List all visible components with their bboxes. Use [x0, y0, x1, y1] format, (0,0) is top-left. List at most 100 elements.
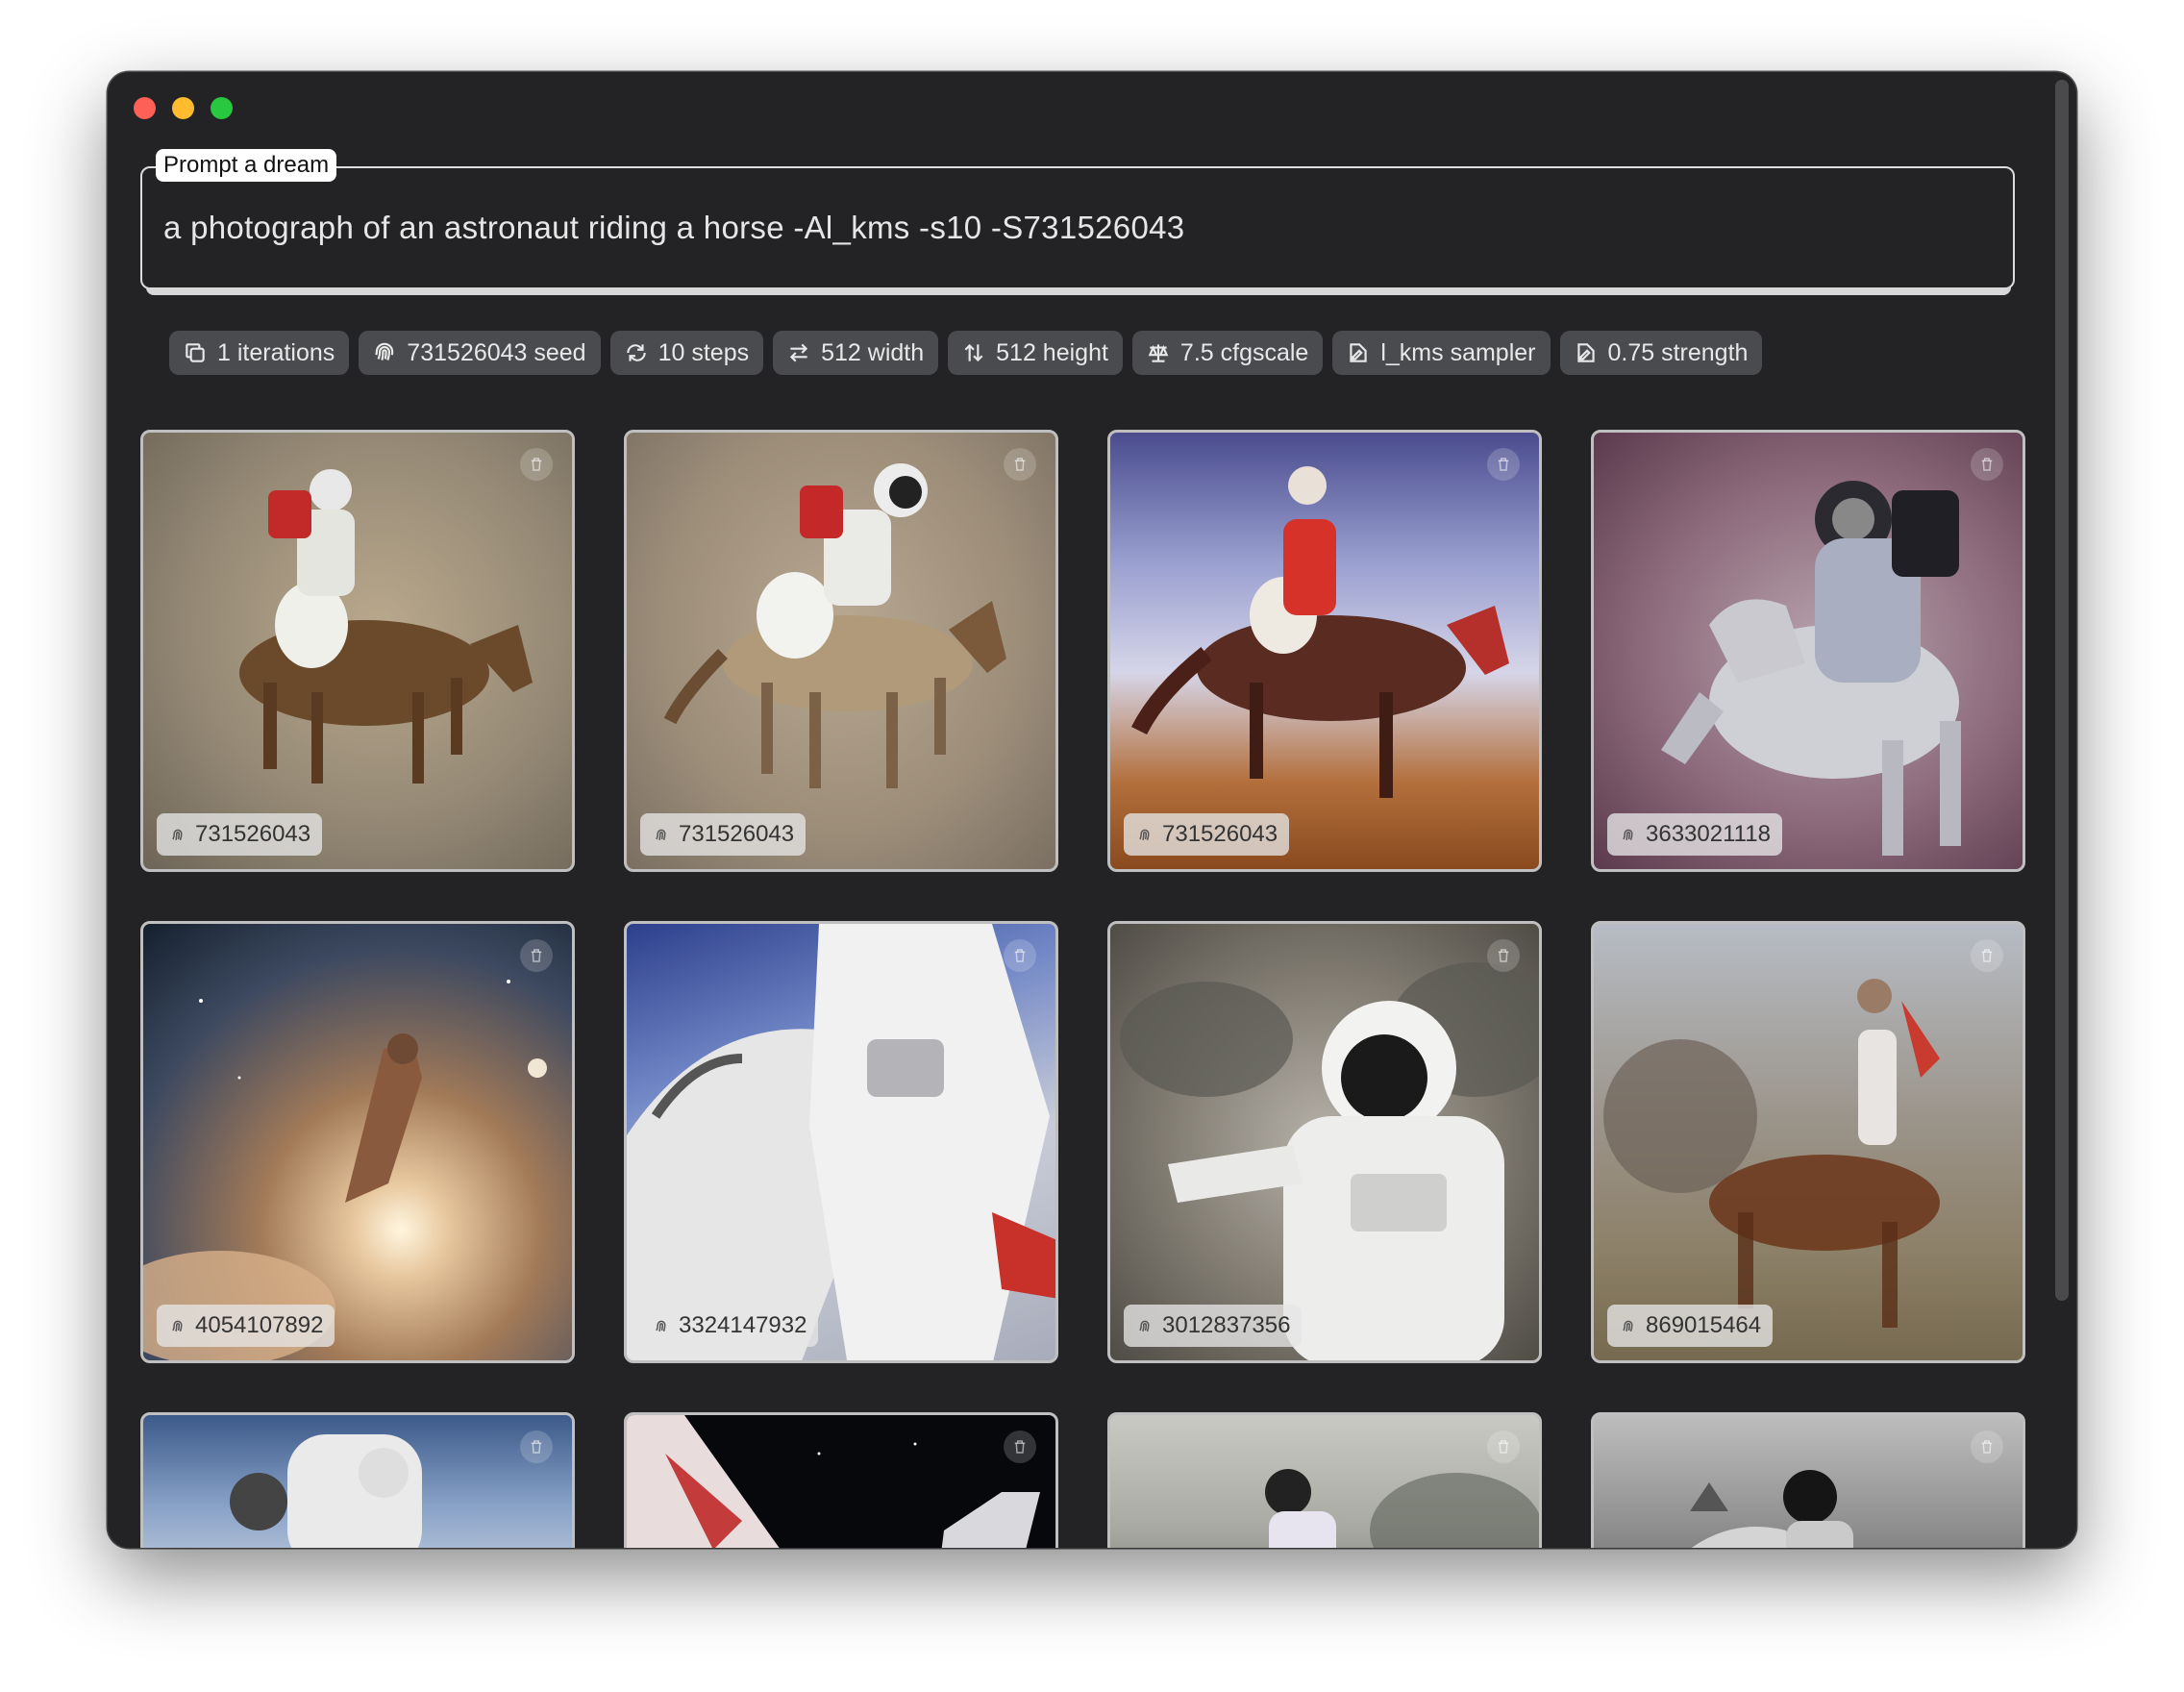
delete-image-button[interactable] [1487, 448, 1520, 481]
trash-icon [531, 949, 542, 962]
delete-image-button[interactable] [1004, 1431, 1036, 1463]
image-thumbnail [230, 1434, 422, 1548]
trash-icon [531, 1440, 542, 1454]
prompt-label: Prompt a dream [156, 149, 337, 182]
image-card[interactable]: 4054107892 [140, 921, 575, 1363]
chip-seed[interactable]: 731526043 seed [359, 331, 601, 375]
seed-value: 4054107892 [195, 1312, 324, 1338]
scrollbar[interactable] [2055, 80, 2069, 1301]
chip-iterations[interactable]: 1 iterations [169, 331, 350, 375]
delete-image-button[interactable] [1004, 939, 1036, 972]
image-card[interactable]: 3324147932 [624, 921, 1058, 1363]
image-card[interactable] [624, 1412, 1058, 1548]
trash-icon [1498, 458, 1509, 471]
delete-image-button[interactable] [1971, 1431, 2003, 1463]
pen-icon [1346, 340, 1371, 365]
image-thumbnail [1265, 1469, 1539, 1548]
image-card[interactable] [1107, 1412, 1542, 1548]
repeat-icon [624, 340, 649, 365]
seed-value: 731526043 [195, 821, 311, 847]
image-card[interactable]: 731526043 [624, 430, 1058, 872]
fingerprint-icon [656, 1320, 666, 1332]
delete-image-button[interactable] [1004, 448, 1036, 481]
close-window-button[interactable] [134, 97, 156, 119]
trash-icon [1014, 1440, 1026, 1454]
seed-value: 3324147932 [679, 1312, 807, 1338]
image-card[interactable] [1591, 1412, 2025, 1548]
image-thumbnail [627, 1415, 1040, 1548]
fingerprint-icon [172, 829, 183, 841]
chip-label: 512 width [821, 338, 925, 366]
fingerprint-icon [1623, 829, 1633, 841]
chip-label: 7.5 cfgscale [1179, 338, 1309, 366]
arrows-vertical-icon [961, 340, 986, 365]
fingerprint-icon [372, 340, 397, 365]
seed-value: 731526043 [1162, 821, 1278, 847]
fingerprint-icon [1139, 1320, 1150, 1332]
copy-icon [183, 340, 208, 365]
pen-icon [1574, 340, 1599, 365]
app-window: Prompt a dream a photograph of an astron… [108, 72, 2076, 1548]
chip-cfgscale[interactable]: 7.5 cfgscale [1131, 331, 1324, 375]
image-thumbnail [663, 463, 1006, 788]
image-card[interactable]: 3633021118 [1591, 430, 2025, 872]
arrows-horizontal-icon [786, 340, 811, 365]
trash-icon [1981, 458, 1993, 471]
image-thumbnail [1130, 466, 1509, 798]
chip-sampler[interactable]: l_kms sampler [1332, 331, 1551, 375]
seed-value: 731526043 [679, 821, 795, 847]
trash-icon [531, 458, 542, 471]
trash-icon [1981, 949, 1993, 962]
image-thumbnail [627, 924, 1055, 1360]
seed-badge[interactable]: 4054107892 [157, 1305, 335, 1347]
delete-image-button[interactable] [520, 1431, 553, 1463]
fingerprint-icon [172, 1320, 183, 1332]
seed-value: 3012837356 [1162, 1312, 1291, 1338]
delete-image-button[interactable] [1487, 939, 1520, 972]
chip-steps[interactable]: 10 steps [609, 331, 764, 375]
image-card[interactable]: 869015464 [1591, 921, 2025, 1363]
seed-badge[interactable]: 731526043 [640, 813, 807, 856]
seed-badge[interactable]: 3324147932 [640, 1305, 819, 1347]
prompt-text[interactable]: a photograph of an astronaut riding a ho… [163, 210, 1184, 246]
chip-strength[interactable]: 0.75 strength [1559, 331, 1763, 375]
seed-badge[interactable]: 3012837356 [1124, 1305, 1303, 1347]
seed-value: 3633021118 [1646, 821, 1771, 847]
delete-image-button[interactable] [1487, 1431, 1520, 1463]
trash-icon [1014, 458, 1026, 471]
window-controls [134, 97, 233, 119]
image-thumbnail [239, 469, 533, 784]
chip-label: 731526043 seed [407, 338, 586, 366]
fingerprint-icon [656, 829, 666, 841]
trash-icon [1498, 949, 1509, 962]
seed-badge[interactable]: 869015464 [1607, 1305, 1774, 1347]
image-card[interactable]: 3012837356 [1107, 921, 1542, 1363]
image-thumbnail [1661, 481, 1961, 856]
image-thumbnail [143, 980, 547, 1360]
chip-label: 0.75 strength [1607, 338, 1749, 366]
seed-badge[interactable]: 3633021118 [1607, 813, 1782, 856]
minimize-window-button[interactable] [172, 97, 194, 119]
maximize-window-button[interactable] [211, 97, 233, 119]
prompt-underline [146, 287, 2011, 295]
delete-image-button[interactable] [1971, 448, 2003, 481]
chip-height[interactable]: 512 height [948, 331, 1123, 375]
image-card[interactable]: 731526043 [140, 430, 575, 872]
trash-icon [1014, 949, 1026, 962]
scale-icon [1146, 340, 1171, 365]
delete-image-button[interactable] [520, 939, 553, 972]
image-thumbnail [1690, 1470, 1853, 1548]
parameter-chips: 1 iterations 731526043 seed 10 steps 512… [169, 331, 1763, 375]
trash-icon [1981, 1440, 1993, 1454]
chip-width[interactable]: 512 width [773, 331, 939, 375]
seed-badge[interactable]: 731526043 [157, 813, 323, 856]
fingerprint-icon [1139, 829, 1150, 841]
delete-image-button[interactable] [520, 448, 553, 481]
image-card[interactable]: 731526043 [1107, 430, 1542, 872]
chip-label: 10 steps [658, 338, 750, 366]
image-card[interactable] [140, 1412, 575, 1548]
seed-badge[interactable]: 731526043 [1124, 813, 1290, 856]
chip-label: 512 height [996, 338, 1108, 366]
chip-label: l_kms sampler [1380, 338, 1536, 366]
delete-image-button[interactable] [1971, 939, 2003, 972]
